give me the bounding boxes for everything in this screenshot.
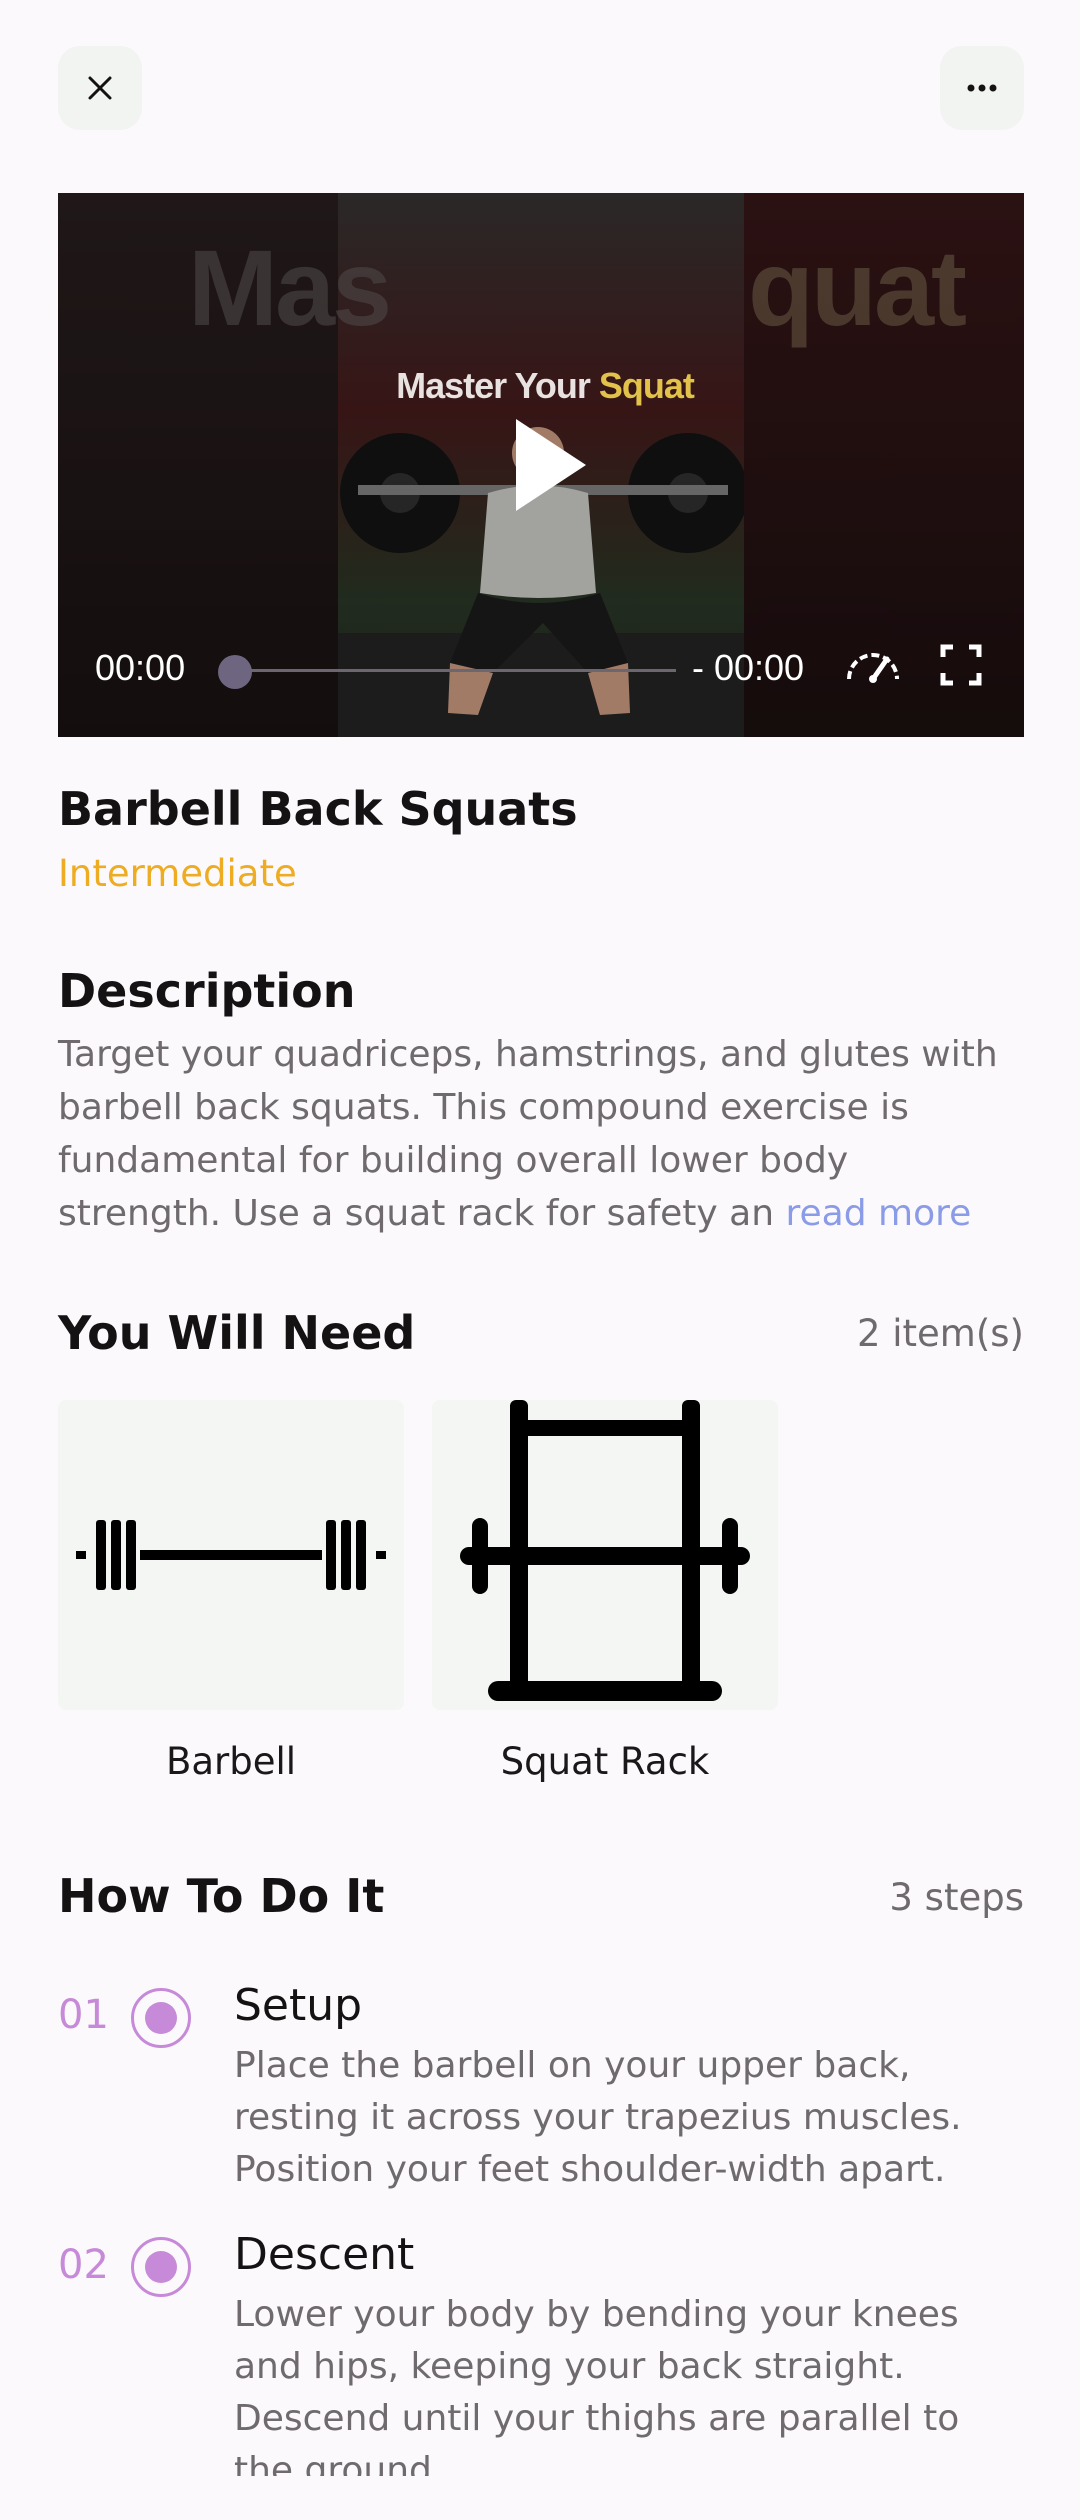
- step-description: Lower your body by bending your knees an…: [234, 2294, 960, 2476]
- exercise-detail-page: Mas quat Master Your Squat 00:00 - 00:00…: [0, 0, 1080, 2520]
- step-indicator: [131, 2237, 191, 2297]
- step-description: Place the barbell on your upper back, re…: [234, 2045, 962, 2190]
- step-number: 01: [58, 1992, 109, 2038]
- step-number: 02: [58, 2242, 109, 2288]
- steps-list: 01 Setup Place the barbell on your upper…: [0, 0, 1080, 2476]
- step-title: Descent: [234, 2229, 415, 2280]
- step-title: Setup: [234, 1980, 363, 2031]
- step-indicator: [131, 1988, 191, 2048]
